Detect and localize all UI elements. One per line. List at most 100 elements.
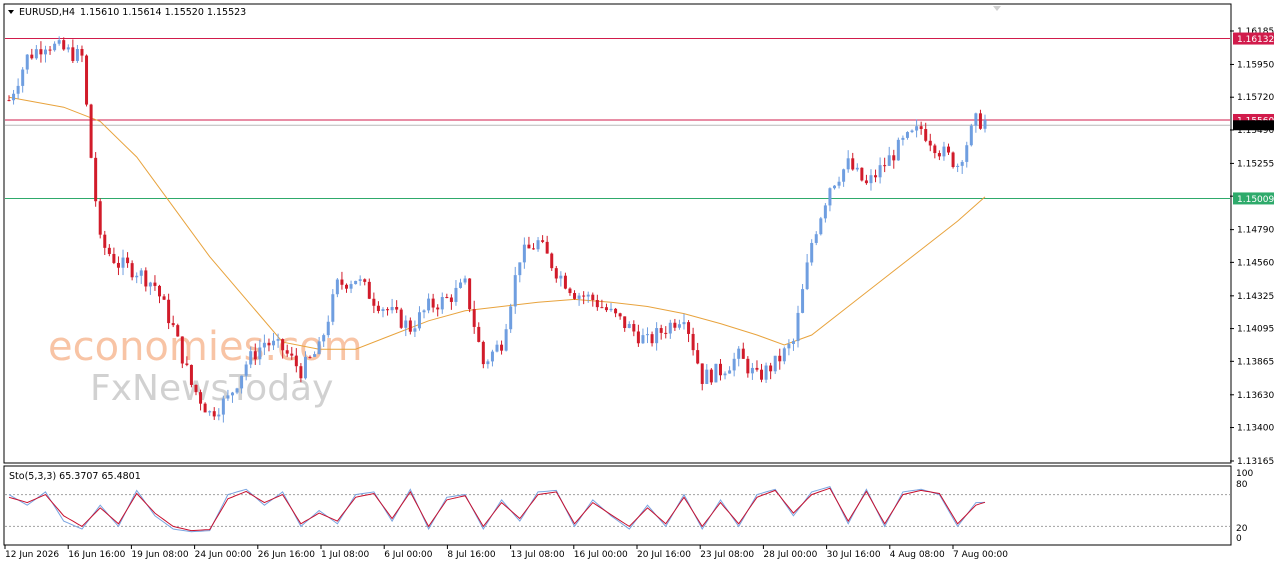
- candle-body: [153, 282, 157, 286]
- candle-body: [253, 351, 257, 360]
- price-tick-label: 1.14560: [1237, 258, 1274, 268]
- candle-body: [112, 253, 116, 263]
- candle-body: [887, 155, 891, 166]
- candle-body: [167, 299, 171, 324]
- candle-body: [48, 49, 52, 51]
- candle-body: [650, 334, 654, 344]
- candle-body: [230, 392, 234, 396]
- time-tick-label: 12 Jun 2026: [5, 550, 59, 560]
- candle-body: [80, 48, 84, 56]
- candle-body: [691, 333, 695, 351]
- candle-body: [272, 340, 276, 346]
- candle-body: [495, 344, 499, 352]
- candle-body: [417, 312, 421, 329]
- candle-body: [541, 240, 545, 242]
- candle-body: [62, 40, 66, 50]
- candle-body: [563, 275, 567, 289]
- candle-body: [609, 308, 613, 311]
- candle-body: [290, 353, 294, 356]
- time-tick-label: 24 Jun 00:00: [195, 550, 252, 560]
- candle-body: [431, 298, 435, 308]
- candle-body: [340, 279, 344, 285]
- candle-body: [600, 307, 604, 309]
- candle-body: [805, 262, 809, 290]
- candle-body: [303, 356, 307, 379]
- candle-body: [212, 411, 216, 417]
- candle-body: [89, 104, 93, 158]
- price-tick-label: 1.14325: [1237, 292, 1274, 302]
- candle-body: [960, 161, 964, 166]
- candle-body: [901, 137, 905, 140]
- candle-body: [299, 366, 303, 379]
- candle-body: [313, 354, 317, 357]
- candle-body: [71, 47, 75, 61]
- candle-body: [851, 158, 855, 170]
- candle-body: [969, 125, 973, 146]
- time-axis: 12 Jun 2026 16 Jun 16:00 19 Jun 08:00 24 Ju…: [4, 545, 1008, 560]
- candle-body: [363, 279, 367, 282]
- candle-body: [746, 358, 750, 374]
- candle-body: [778, 355, 782, 362]
- candle-body: [185, 363, 189, 365]
- candle-body: [486, 361, 490, 365]
- candle-body: [189, 364, 193, 385]
- candle-body: [568, 288, 572, 294]
- candle-body: [66, 47, 70, 50]
- oscillator-label: Sto(5,3,3) 65.3707 65.4801: [9, 471, 141, 482]
- candle-body: [16, 85, 20, 94]
- candle-body: [203, 403, 207, 413]
- candle-body: [459, 282, 463, 288]
- candle-body: [244, 364, 248, 376]
- candle-body: [436, 307, 440, 310]
- price-tick-label: 1.14095: [1237, 325, 1274, 335]
- candle-body: [267, 342, 271, 346]
- candle-body: [700, 363, 704, 384]
- osc-tick-20: 20: [1236, 524, 1248, 534]
- candle-body: [755, 367, 759, 370]
- candle-body: [344, 284, 348, 289]
- candle-body: [550, 253, 554, 269]
- candle-body: [627, 324, 631, 329]
- candle-body: [107, 247, 111, 254]
- candle-body: [390, 307, 394, 311]
- candle-body: [951, 152, 955, 168]
- candle-body: [208, 411, 212, 413]
- candle-body: [349, 284, 353, 289]
- candle-body: [53, 43, 57, 51]
- candle-body: [668, 322, 672, 334]
- candle-body: [655, 328, 659, 344]
- time-tick-label: 20 Jul 16:00: [637, 550, 691, 560]
- candle-body: [554, 268, 558, 279]
- candle-body: [386, 309, 390, 311]
- eurusd-chart[interactable]: economies.com FxNewsToday 1.161851.15950…: [0, 0, 1280, 567]
- candle-body: [983, 120, 987, 129]
- time-tick-label: 30 Jul 16:00: [827, 550, 881, 560]
- candle-body: [158, 285, 162, 297]
- candle-body: [449, 297, 453, 302]
- candle-body: [116, 262, 120, 268]
- candle-body: [646, 334, 650, 336]
- candle-body: [728, 370, 732, 374]
- candle-body: [322, 335, 326, 342]
- candle-body: [404, 320, 408, 328]
- candle-body: [43, 49, 47, 55]
- candle-body: [527, 244, 531, 249]
- candle-body: [34, 49, 38, 59]
- time-tick-label: 6 Jul 00:00: [384, 550, 433, 560]
- candle-body: [591, 294, 595, 300]
- candle-body: [632, 324, 636, 332]
- candle-body: [126, 257, 130, 264]
- candle-body: [791, 341, 795, 344]
- time-tick-label: 1 Jul 08:00: [321, 550, 370, 560]
- candle-body: [814, 234, 818, 243]
- candle-body: [148, 282, 152, 287]
- candle-body: [235, 388, 239, 393]
- candle-body: [978, 113, 982, 129]
- header-symbol: EURUSD,H4: [19, 7, 75, 18]
- candle-body: [618, 313, 622, 317]
- candle-body: [559, 275, 563, 279]
- time-tick-label: 19 Jun 08:00: [131, 550, 188, 560]
- candle-body: [194, 384, 198, 393]
- candle-body: [85, 55, 89, 105]
- candle-body: [974, 113, 978, 126]
